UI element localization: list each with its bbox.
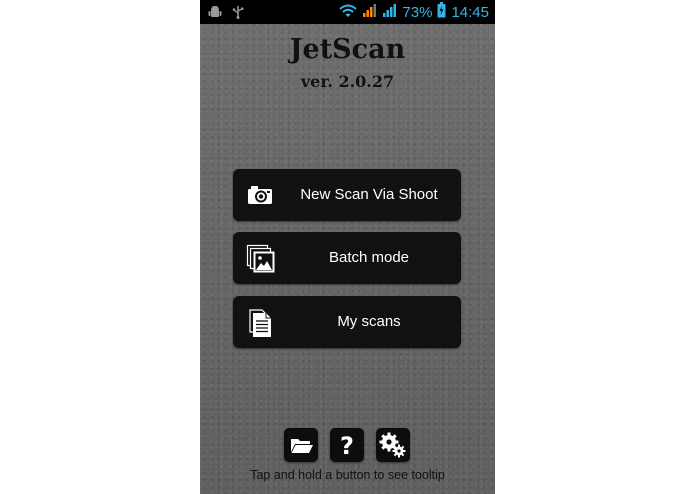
settings-button[interactable]	[376, 428, 410, 462]
tooltip-hint: Tap and hold a button to see tooltip	[250, 468, 445, 482]
status-bar: 73% 14:45	[200, 0, 495, 24]
svg-text:?: ?	[340, 432, 354, 460]
new-scan-button[interactable]: New Scan Via Shoot	[233, 169, 461, 221]
new-scan-label: New Scan Via Shoot	[300, 186, 438, 203]
app-version: ver. 2.0.27	[300, 72, 395, 91]
app-screen: 73% 14:45 JetScan ver. 2.0.27 New Scan V…	[200, 0, 495, 494]
wifi-icon	[339, 3, 358, 22]
my-scans-button[interactable]: My scans	[233, 296, 461, 348]
status-time: 14:45	[451, 3, 489, 21]
documents-icon	[246, 308, 276, 338]
batch-mode-button[interactable]: Batch mode	[233, 232, 461, 284]
my-scans-label: My scans	[337, 313, 401, 330]
image-stack-icon	[246, 244, 276, 274]
battery-percent: 73%	[402, 3, 433, 21]
open-folder-button[interactable]	[284, 428, 318, 462]
help-button[interactable]: ?	[330, 428, 364, 462]
usb-icon	[232, 4, 244, 23]
batch-mode-label: Batch mode	[328, 249, 410, 266]
signal-icon-1	[362, 3, 377, 22]
android-debug-icon	[208, 4, 222, 23]
camera-icon	[246, 181, 276, 211]
app-title: JetScan	[289, 34, 406, 65]
signal-icon-2	[382, 3, 397, 22]
battery-icon	[437, 2, 446, 22]
